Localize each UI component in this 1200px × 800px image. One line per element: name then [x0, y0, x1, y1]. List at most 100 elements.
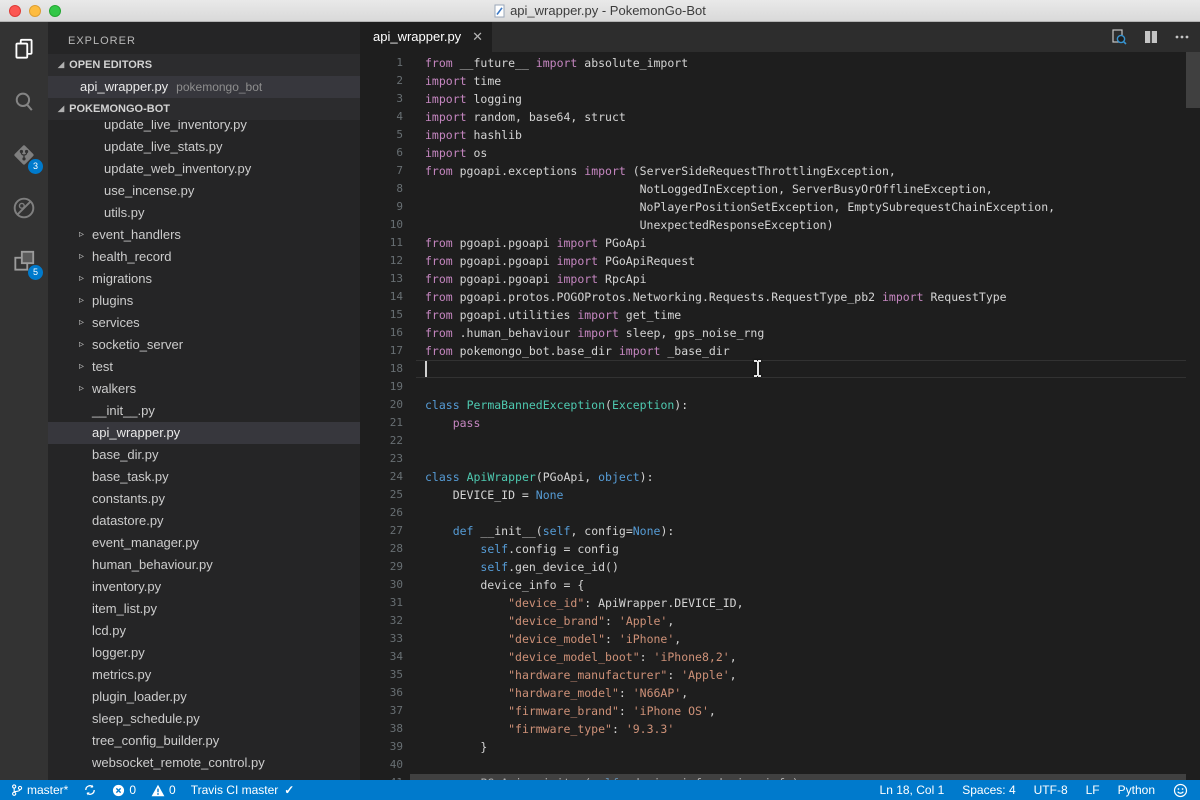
tree-row[interactable]: use_incense.py	[48, 180, 360, 202]
code-line[interactable]: 22	[360, 432, 1200, 450]
code-line[interactable]: 5import hashlib	[360, 126, 1200, 144]
code-line[interactable]: 9 NoPlayerPositionSetException, EmptySub…	[360, 198, 1200, 216]
code-line[interactable]: 35 "hardware_manufacturer": 'Apple',	[360, 666, 1200, 684]
tree-row[interactable]: update_live_inventory.py	[48, 120, 360, 136]
editor[interactable]: 1from __future__ import absolute_import2…	[360, 52, 1200, 780]
code-line[interactable]: 31 "device_id": ApiWrapper.DEVICE_ID,	[360, 594, 1200, 612]
code-line[interactable]: 6import os	[360, 144, 1200, 162]
git-branch-status[interactable]: master*	[10, 783, 68, 797]
tree-row[interactable]: websocket_remote_control.py	[48, 752, 360, 774]
activitybar-search[interactable]	[0, 75, 48, 128]
tree-row[interactable]: logger.py	[48, 642, 360, 664]
code-line[interactable]: 32 "device_brand": 'Apple',	[360, 612, 1200, 630]
code-line[interactable]: 17from pokemongo_bot.base_dir import _ba…	[360, 342, 1200, 360]
tree-row[interactable]: constants.py	[48, 488, 360, 510]
eol-sequence[interactable]: LF	[1086, 783, 1100, 797]
file-name: plugin_loader.py	[92, 689, 187, 704]
tree-row[interactable]: datastore.py	[48, 510, 360, 532]
tree-row[interactable]: utils.py	[48, 202, 360, 224]
activitybar-debug[interactable]	[0, 181, 48, 234]
code-line[interactable]: 37 "firmware_brand": 'iPhone OS',	[360, 702, 1200, 720]
code-line[interactable]: 38 "firmware_type": '9.3.3'	[360, 720, 1200, 738]
code-line[interactable]: 16from .human_behaviour import sleep, gp…	[360, 324, 1200, 342]
vertical-scrollbar[interactable]	[1186, 52, 1200, 108]
tab-api-wrapper[interactable]: api_wrapper.py ✕	[360, 22, 492, 52]
code-line[interactable]: 7from pgoapi.exceptions import (ServerSi…	[360, 162, 1200, 180]
travis-ci-status[interactable]: Travis CI master ✓	[191, 783, 295, 797]
code-line[interactable]: 3import logging	[360, 90, 1200, 108]
code-line[interactable]: 12from pgoapi.pgoapi import PGoApiReques…	[360, 252, 1200, 270]
tree-row[interactable]: plugin_loader.py	[48, 686, 360, 708]
code-line[interactable]: 19	[360, 378, 1200, 396]
tree-row[interactable]: sleep_schedule.py	[48, 708, 360, 730]
tree-row[interactable]: ▹services	[48, 312, 360, 334]
tree-row[interactable]: update_live_stats.py	[48, 136, 360, 158]
file-name: constants.py	[92, 491, 165, 506]
code-line[interactable]: 8 NotLoggedInException, ServerBusyOrOffl…	[360, 180, 1200, 198]
tree-row[interactable]: base_task.py	[48, 466, 360, 488]
code-line[interactable]: 1from __future__ import absolute_import	[360, 54, 1200, 72]
tree-row[interactable]: metrics.py	[48, 664, 360, 686]
code-line[interactable]: 11from pgoapi.pgoapi import PGoApi	[360, 234, 1200, 252]
code-line[interactable]: 40	[360, 756, 1200, 774]
tree-row[interactable]: base_dir.py	[48, 444, 360, 466]
code-line[interactable]: 25 DEVICE_ID = None	[360, 486, 1200, 504]
close-tab-icon[interactable]: ✕	[472, 22, 483, 52]
tree-row[interactable]: ▹event_handlers	[48, 224, 360, 246]
code-line[interactable]: 10 UnexpectedResponseException)	[360, 216, 1200, 234]
indentation[interactable]: Spaces: 4	[962, 783, 1015, 797]
code-line[interactable]: 15from pgoapi.utilities import get_time	[360, 306, 1200, 324]
error-count[interactable]: 0	[112, 783, 136, 797]
tree-row[interactable]: inventory.py	[48, 576, 360, 598]
more-actions-icon[interactable]	[1174, 29, 1190, 45]
tree-row[interactable]: item_list.py	[48, 598, 360, 620]
warning-count[interactable]: 0	[151, 783, 176, 797]
split-editor-icon[interactable]	[1143, 29, 1159, 45]
activitybar-explorer[interactable]	[0, 22, 48, 75]
tree-row[interactable]: ▹health_record	[48, 246, 360, 268]
tree-row[interactable]: update_web_inventory.py	[48, 158, 360, 180]
tree-row[interactable]: ▹walkers	[48, 378, 360, 400]
language-mode[interactable]: Python	[1118, 783, 1155, 797]
code-line[interactable]: 13from pgoapi.pgoapi import RpcApi	[360, 270, 1200, 288]
code-line[interactable]: 27 def __init__(self, config=None):	[360, 522, 1200, 540]
tree-row[interactable]: human_behaviour.py	[48, 554, 360, 576]
tree-row[interactable]: ▹migrations	[48, 268, 360, 290]
tree-row[interactable]: tree_config_builder.py	[48, 730, 360, 752]
code-line[interactable]: 36 "hardware_model": 'N66AP',	[360, 684, 1200, 702]
open-editor-item[interactable]: api_wrapper.py pokemongo_bot	[48, 76, 360, 98]
sync-button[interactable]	[83, 783, 97, 797]
activitybar-source-control[interactable]: 3	[0, 128, 48, 181]
code-line[interactable]: 33 "device_model": 'iPhone',	[360, 630, 1200, 648]
open-editors-header[interactable]: ◢ OPEN EDITORS	[48, 54, 360, 76]
file-name: tree_config_builder.py	[92, 733, 219, 748]
code-line[interactable]: 30 device_info = {	[360, 576, 1200, 594]
code-line[interactable]: 23	[360, 450, 1200, 468]
code-line[interactable]: 26	[360, 504, 1200, 522]
encoding[interactable]: UTF-8	[1034, 783, 1068, 797]
horizontal-scrollbar[interactable]	[410, 774, 1186, 780]
code-line[interactable]: 29 self.gen_device_id()	[360, 558, 1200, 576]
code-line[interactable]: 18	[360, 360, 1200, 378]
tree-row[interactable]: ▹socketio_server	[48, 334, 360, 356]
code-line[interactable]: 14from pgoapi.protos.POGOProtos.Networki…	[360, 288, 1200, 306]
code-line[interactable]: 4import random, base64, struct	[360, 108, 1200, 126]
tree-row[interactable]: ▹plugins	[48, 290, 360, 312]
tree-row[interactable]: lcd.py	[48, 620, 360, 642]
code-line[interactable]: 34 "device_model_boot": 'iPhone8,2',	[360, 648, 1200, 666]
code-line[interactable]: 21 pass	[360, 414, 1200, 432]
tree-row[interactable]: __init__.py	[48, 400, 360, 422]
code-line[interactable]: 28 self.config = config	[360, 540, 1200, 558]
tree-row[interactable]: ▹test	[48, 356, 360, 378]
feedback-smiley-icon[interactable]	[1173, 783, 1188, 798]
code-line[interactable]: 39 }	[360, 738, 1200, 756]
search-in-file-icon[interactable]	[1110, 28, 1128, 46]
folder-section-header[interactable]: ◢ POKEMONGO-BOT	[48, 98, 360, 120]
code-line[interactable]: 20class PermaBannedException(Exception):	[360, 396, 1200, 414]
activitybar-extensions[interactable]: 5	[0, 234, 48, 287]
code-line[interactable]: 24class ApiWrapper(PGoApi, object):	[360, 468, 1200, 486]
code-line[interactable]: 2import time	[360, 72, 1200, 90]
tree-row[interactable]: event_manager.py	[48, 532, 360, 554]
cursor-position[interactable]: Ln 18, Col 1	[880, 783, 945, 797]
tree-row[interactable]: api_wrapper.py	[48, 422, 360, 444]
